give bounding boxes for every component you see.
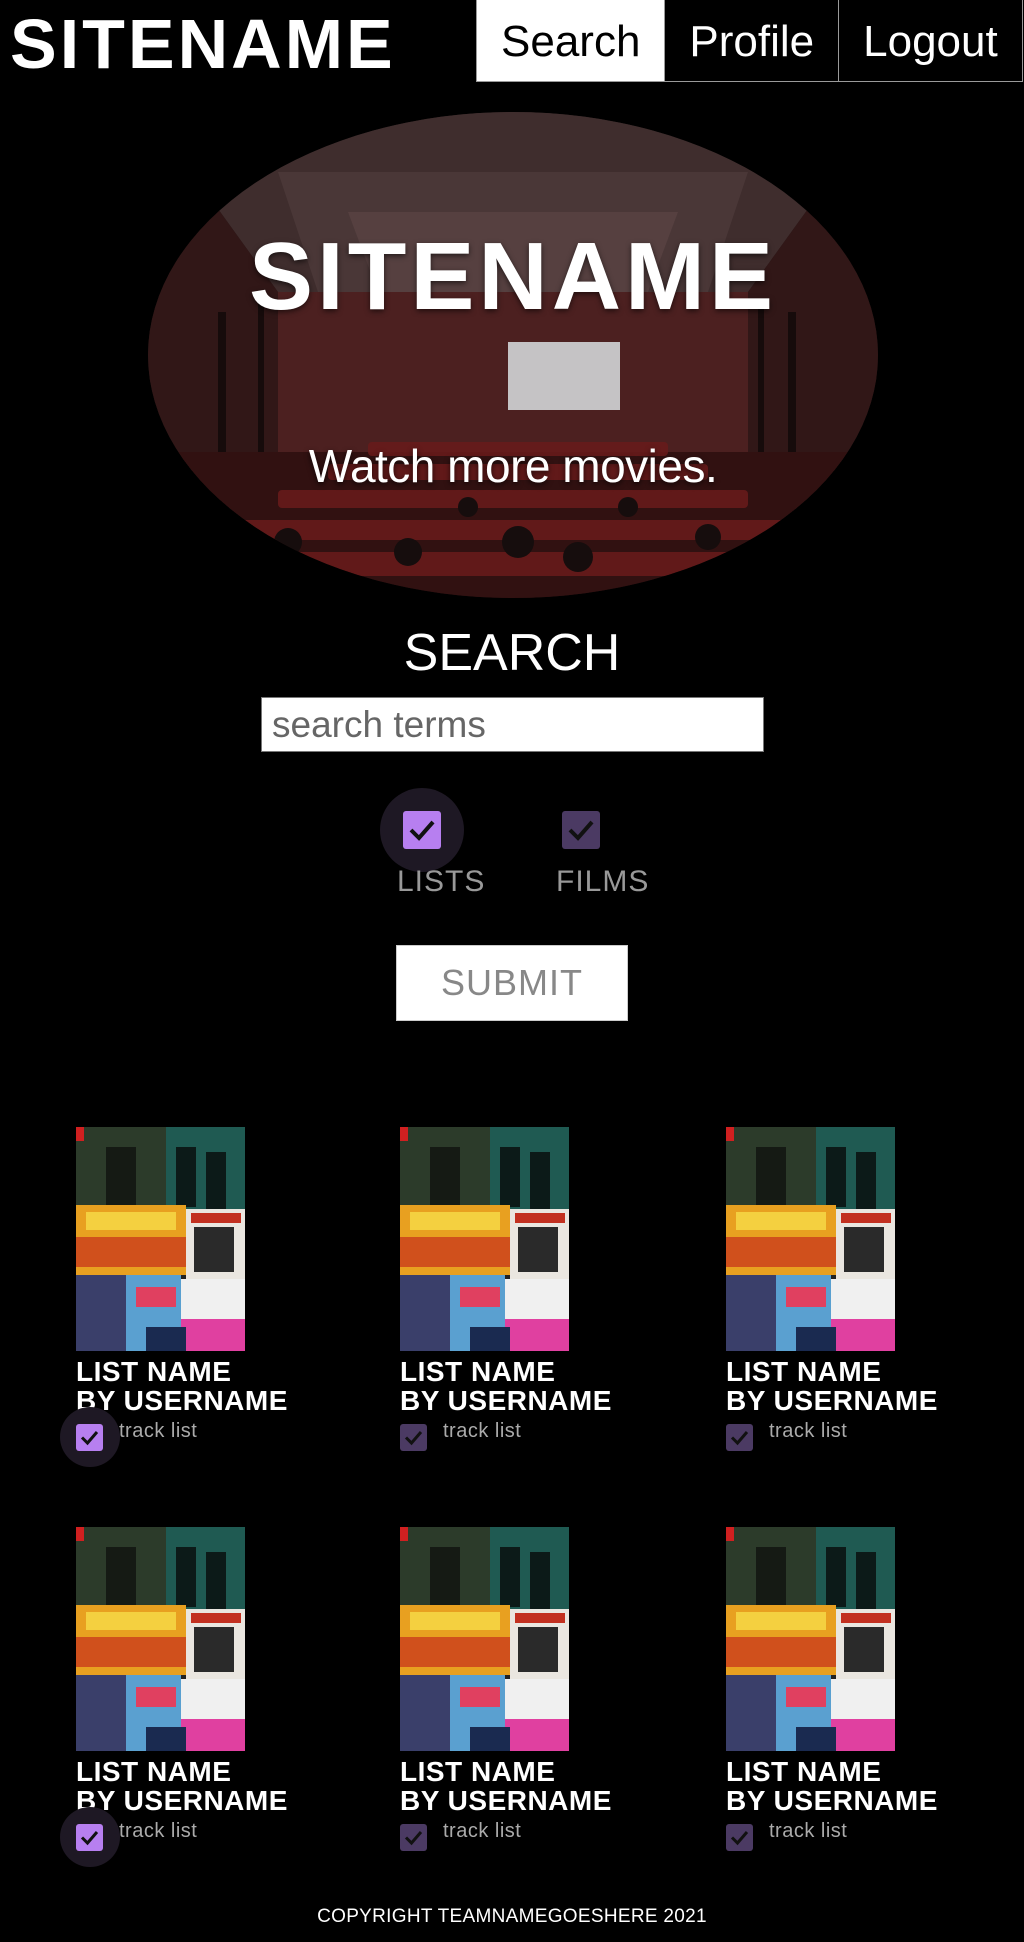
nav-logout-button[interactable]: Logout (839, 0, 1023, 82)
list-card: LIST NAME BY USERNAME track list (726, 1527, 1024, 1867)
check-icon (403, 811, 441, 849)
list-name[interactable]: LIST NAME (726, 1357, 881, 1387)
list-name[interactable]: LIST NAME (76, 1357, 231, 1387)
track-list-checkbox[interactable] (384, 1407, 444, 1467)
list-poster-image[interactable] (726, 1127, 895, 1351)
films-checkbox[interactable] (562, 811, 600, 849)
footer-copyright: COPYRIGHT TEAMNAMEGOESHERE 2021 (317, 1906, 707, 1927)
hero-tagline: Watch more movies. (308, 440, 718, 492)
search-heading: SEARCH (403, 624, 621, 682)
track-list-checkbox[interactable] (710, 1807, 770, 1867)
check-icon (76, 1824, 103, 1851)
track-list-checkbox[interactable] (60, 1407, 120, 1467)
check-icon (400, 1824, 427, 1851)
check-icon (726, 1824, 753, 1851)
list-name[interactable]: LIST NAME (400, 1757, 555, 1787)
track-list-label: track list (443, 1420, 522, 1442)
site-header: SITENAME Search Profile Logout (0, 0, 1024, 84)
check-icon (76, 1424, 103, 1451)
list-poster-image[interactable] (726, 1527, 895, 1751)
lists-label: LISTS (397, 865, 486, 898)
lists-checkbox[interactable] (380, 788, 464, 872)
track-list-label: track list (769, 1420, 848, 1442)
list-card: LIST NAME BY USERNAME track list (400, 1527, 700, 1867)
cinema-hall-image (148, 112, 878, 598)
track-list-label: track list (769, 1820, 848, 1842)
list-name[interactable]: LIST NAME (726, 1757, 881, 1787)
list-card: LIST NAME BY USERNAME track list (60, 1527, 376, 1867)
main-nav: Search Profile Logout (476, 0, 1023, 84)
nav-profile-button[interactable]: Profile (665, 0, 840, 82)
list-name[interactable]: LIST NAME (76, 1757, 231, 1787)
check-icon (562, 811, 600, 849)
list-poster-image[interactable] (400, 1527, 569, 1751)
list-poster-image[interactable] (76, 1127, 245, 1351)
list-poster-image[interactable] (76, 1527, 245, 1751)
site-logo[interactable]: SITENAME (10, 2, 396, 86)
list-name[interactable]: LIST NAME (400, 1357, 555, 1387)
check-icon (400, 1424, 427, 1451)
track-list-label: track list (119, 1820, 198, 1842)
nav-search-button[interactable]: Search (476, 0, 666, 82)
list-card: LIST NAME BY USERNAME track list (400, 1127, 700, 1467)
films-label: FILMS (556, 865, 650, 898)
list-card: LIST NAME BY USERNAME track list (726, 1127, 1024, 1467)
hero-banner: SITENAME Watch more movies. (148, 112, 878, 598)
search-input[interactable] (261, 697, 764, 752)
check-icon (726, 1424, 753, 1451)
list-poster-image[interactable] (400, 1127, 569, 1351)
track-list-label: track list (119, 1420, 198, 1442)
track-list-checkbox[interactable] (60, 1807, 120, 1867)
submit-button[interactable]: SUBMIT (396, 945, 628, 1021)
track-list-checkbox[interactable] (384, 1807, 444, 1867)
list-card: LIST NAME BY USERNAME track list (60, 1127, 376, 1467)
track-list-label: track list (443, 1820, 522, 1842)
hero-title: SITENAME (248, 223, 778, 330)
track-list-checkbox[interactable] (710, 1407, 770, 1467)
